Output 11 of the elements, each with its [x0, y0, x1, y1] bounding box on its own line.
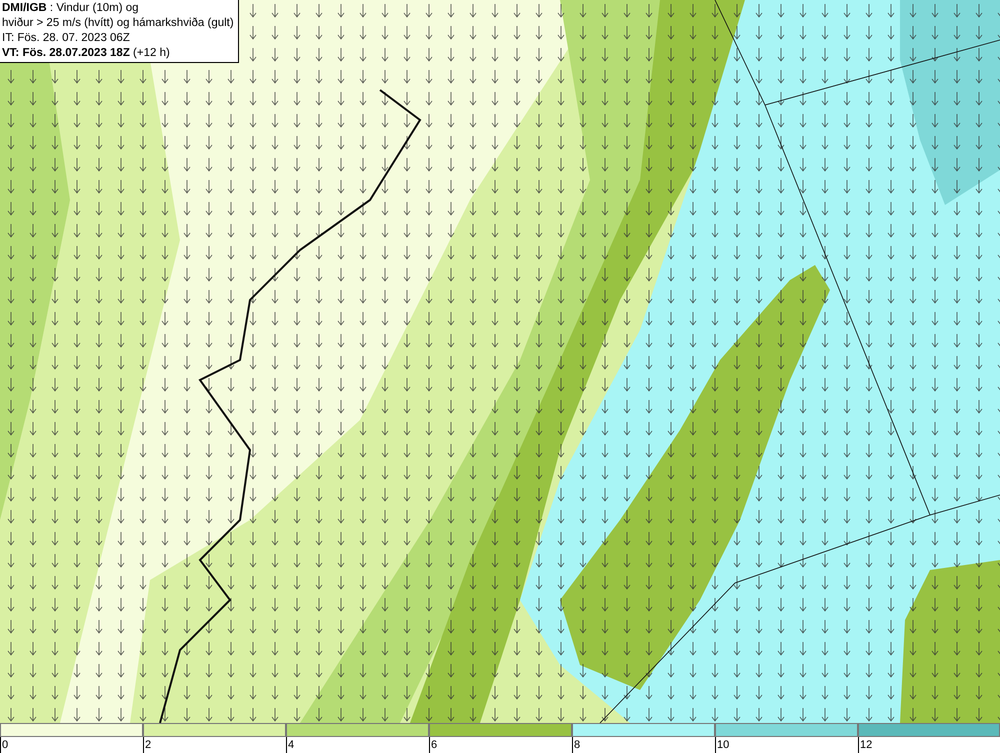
- legend-tick-label: 8: [572, 737, 580, 753]
- title-line: IT: Fös. 28. 07. 2023 06Z: [2, 31, 131, 46]
- legend-tick-label: 12: [858, 737, 872, 753]
- title-line: hviður > 25 m/s (hvítt) og hámarkshviða (gult): [2, 16, 234, 31]
- legend-tick-label: 10: [715, 737, 730, 753]
- legend-tick-label: 0: [0, 737, 8, 753]
- legend-tick-label: 2: [143, 737, 152, 753]
- title-line: DMI/IGB : Vindur (10m) og: [2, 1, 140, 16]
- legend-tick-label: 6: [429, 737, 438, 753]
- legend-tick-label: 4: [286, 737, 294, 753]
- title-line: VT: Fös. 28.07.2023 18Z (+12 h): [2, 46, 171, 61]
